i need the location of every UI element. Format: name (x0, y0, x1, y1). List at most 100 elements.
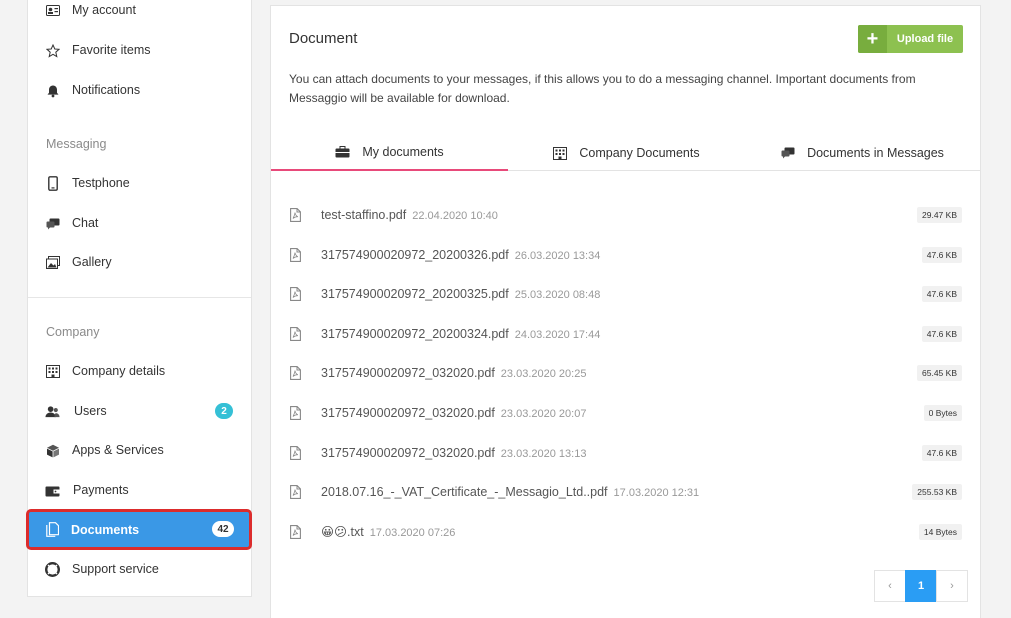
sidebar-item-label: Apps & Services (72, 443, 164, 457)
file-date: 23.03.2020 13:13 (500, 447, 587, 460)
file-name-link[interactable]: 😀😕.txt 17.03.2020 07:26 (321, 524, 455, 539)
tab-label: Documents in Messages (807, 146, 944, 160)
file-row: 317574900020972_20200325.pdf 25.03.2020 0… (271, 274, 980, 314)
file-size-badge: 14 Bytes (918, 523, 962, 540)
documents-panel: Document + Upload file You can attach do… (270, 5, 981, 618)
sidebar-item-label: Support service (72, 562, 159, 576)
file-name: 317574900020972_20200324.pdf (321, 326, 509, 341)
txt-file-icon (290, 524, 301, 539)
tab-documents-in-messages[interactable]: Documents in Messages (744, 135, 980, 171)
sidebar-item-label: My account (72, 3, 136, 17)
cube-icon (45, 443, 60, 458)
file-size-badge: 0 Bytes (923, 405, 962, 421)
file-name-link[interactable]: 2018.07.16_-_VAT_Certificate_-_Messagio_… (321, 485, 699, 499)
file-name-link[interactable]: 317574900020972_20200325.pdf 25.03.2020 0… (321, 287, 600, 301)
tab-my-documents[interactable]: My documents (271, 135, 508, 171)
tab-label: Company Documents (579, 146, 700, 160)
sidebar-item-label: Company details (72, 364, 166, 378)
sidebar-item-testphone[interactable]: Testphone (28, 169, 251, 197)
file-name: 317574900020972_032020.pdf (321, 445, 495, 460)
file-date: 17.03.2020 07:26 (369, 527, 456, 540)
documents-count-badge: 42 (212, 521, 234, 537)
file-name: 2018.07.16_-_VAT_Certificate_-_Messagio_… (321, 485, 608, 500)
file-name-link[interactable]: 317574900020972_20200326.pdf 26.03.2020 1… (321, 248, 600, 262)
pdf-file-icon (290, 445, 301, 460)
file-name-link[interactable]: 317574900020972_032020.pdf 23.03.2020 13:… (321, 446, 586, 460)
page-title: Document (289, 30, 358, 47)
id-card-icon (45, 3, 60, 18)
file-name: 317574900020972_032020.pdf (321, 406, 495, 420)
pdf-file-icon (290, 485, 301, 500)
file-size-badge: 47.6 KB (921, 444, 962, 461)
file-size-badge: 29.47 KB (917, 207, 962, 223)
page-description: You can attach documents to your message… (289, 72, 916, 105)
file-name-link[interactable]: 317574900020972_032020.pdf 23.03.2020 20:… (321, 366, 586, 380)
file-size-badge: 255.53 KB (912, 484, 962, 501)
file-name-link[interactable]: test-staffino.pdf 22.04.2020 10:40 (321, 208, 498, 222)
sidebar-item-label: Users (74, 404, 107, 418)
file-date: 24.03.2020 17:44 (514, 328, 601, 341)
upload-file-button[interactable]: + Upload file (858, 25, 963, 53)
bell-icon (45, 83, 60, 98)
pagination-page-1[interactable]: 1 (905, 570, 937, 602)
sidebar-item-my-account[interactable]: My account (28, 0, 251, 24)
sidebar-item-label: Favorite items (72, 43, 151, 57)
document-tabs: My documents Company Documents Documents… (271, 135, 980, 171)
building-icon (45, 364, 60, 379)
pagination: ‹ 1 › (874, 570, 968, 602)
file-name-link[interactable]: 317574900020972_032020.pdf 23.03.2020 20:… (321, 406, 586, 420)
file-name-link[interactable]: 317574900020972_20200324.pdf 24.03.2020 1… (321, 327, 600, 341)
file-row: 317574900020972_032020.pdf 23.03.2020 20:… (271, 353, 980, 393)
users-icon (45, 404, 60, 419)
tab-company-documents[interactable]: Company Documents (508, 135, 744, 171)
briefcase-icon (335, 146, 350, 159)
file-size-badge: 65.45 KB (917, 365, 962, 382)
pdf-file-icon (290, 326, 301, 341)
file-row: 317574900020972_032020.pdf 23.03.2020 20:… (271, 393, 980, 433)
pdf-file-icon (290, 366, 301, 381)
sidebar: My account Favorite items Notifications … (26, 0, 252, 597)
tab-label: My documents (362, 145, 444, 159)
sidebar-item-documents[interactable]: Documents 42 (26, 509, 252, 550)
sidebar-item-support-service[interactable]: Support service (28, 555, 251, 583)
wallet-icon (45, 483, 60, 498)
chat-icon (45, 216, 60, 231)
section-title-company: Company (46, 325, 100, 339)
sidebar-item-notifications[interactable]: Notifications (28, 76, 251, 104)
star-icon (45, 43, 60, 58)
sidebar-item-label: Testphone (72, 176, 130, 190)
file-name: 😀😕.txt (321, 525, 364, 540)
phone-icon (45, 176, 60, 191)
file-date: 25.03.2020 08:48 (514, 289, 601, 302)
file-row: 317574900020972_20200324.pdf 24.03.2020 1… (271, 314, 980, 354)
sidebar-item-apps-services[interactable]: Apps & Services (28, 436, 251, 464)
file-row: test-staffino.pdf 22.04.2020 10:40 29.47 … (271, 195, 980, 235)
section-title-messaging: Messaging (46, 137, 107, 151)
sidebar-item-favorite-items[interactable]: Favorite items (28, 36, 251, 64)
sidebar-item-chat[interactable]: Chat (28, 209, 251, 237)
sidebar-item-label: Chat (72, 216, 99, 230)
file-name: 317574900020972_20200325.pdf (321, 287, 509, 302)
pagination-next[interactable]: › (936, 570, 968, 602)
sidebar-item-label: Documents (71, 522, 140, 537)
file-row: 😀😕.txt 17.03.2020 07:26 14 Bytes (271, 512, 980, 552)
file-name: test-staffino.pdf (321, 208, 407, 222)
sidebar-item-users[interactable]: Users 2 (28, 397, 251, 425)
sidebar-item-label: Payments (73, 483, 129, 497)
sidebar-item-payments[interactable]: Payments (28, 476, 251, 504)
sidebar-item-gallery[interactable]: Gallery (28, 248, 251, 276)
pdf-file-icon (290, 406, 301, 420)
sidebar-item-company-details[interactable]: Company details (28, 357, 251, 385)
users-count-badge: 2 (215, 403, 233, 419)
lifebuoy-icon (45, 562, 60, 577)
pdf-file-icon (290, 247, 301, 262)
sidebar-item-label: Gallery (72, 255, 112, 269)
file-name: 317574900020972_20200326.pdf (321, 247, 509, 262)
file-row: 2018.07.16_-_VAT_Certificate_-_Messagio_… (271, 472, 980, 512)
pdf-file-icon (290, 287, 301, 302)
file-size-badge: 47.6 KB (921, 246, 962, 263)
pagination-prev[interactable]: ‹ (874, 570, 906, 602)
file-date: 23.03.2020 20:25 (500, 368, 587, 381)
gallery-icon (45, 255, 60, 270)
file-date: 22.04.2020 10:40 (412, 210, 498, 222)
